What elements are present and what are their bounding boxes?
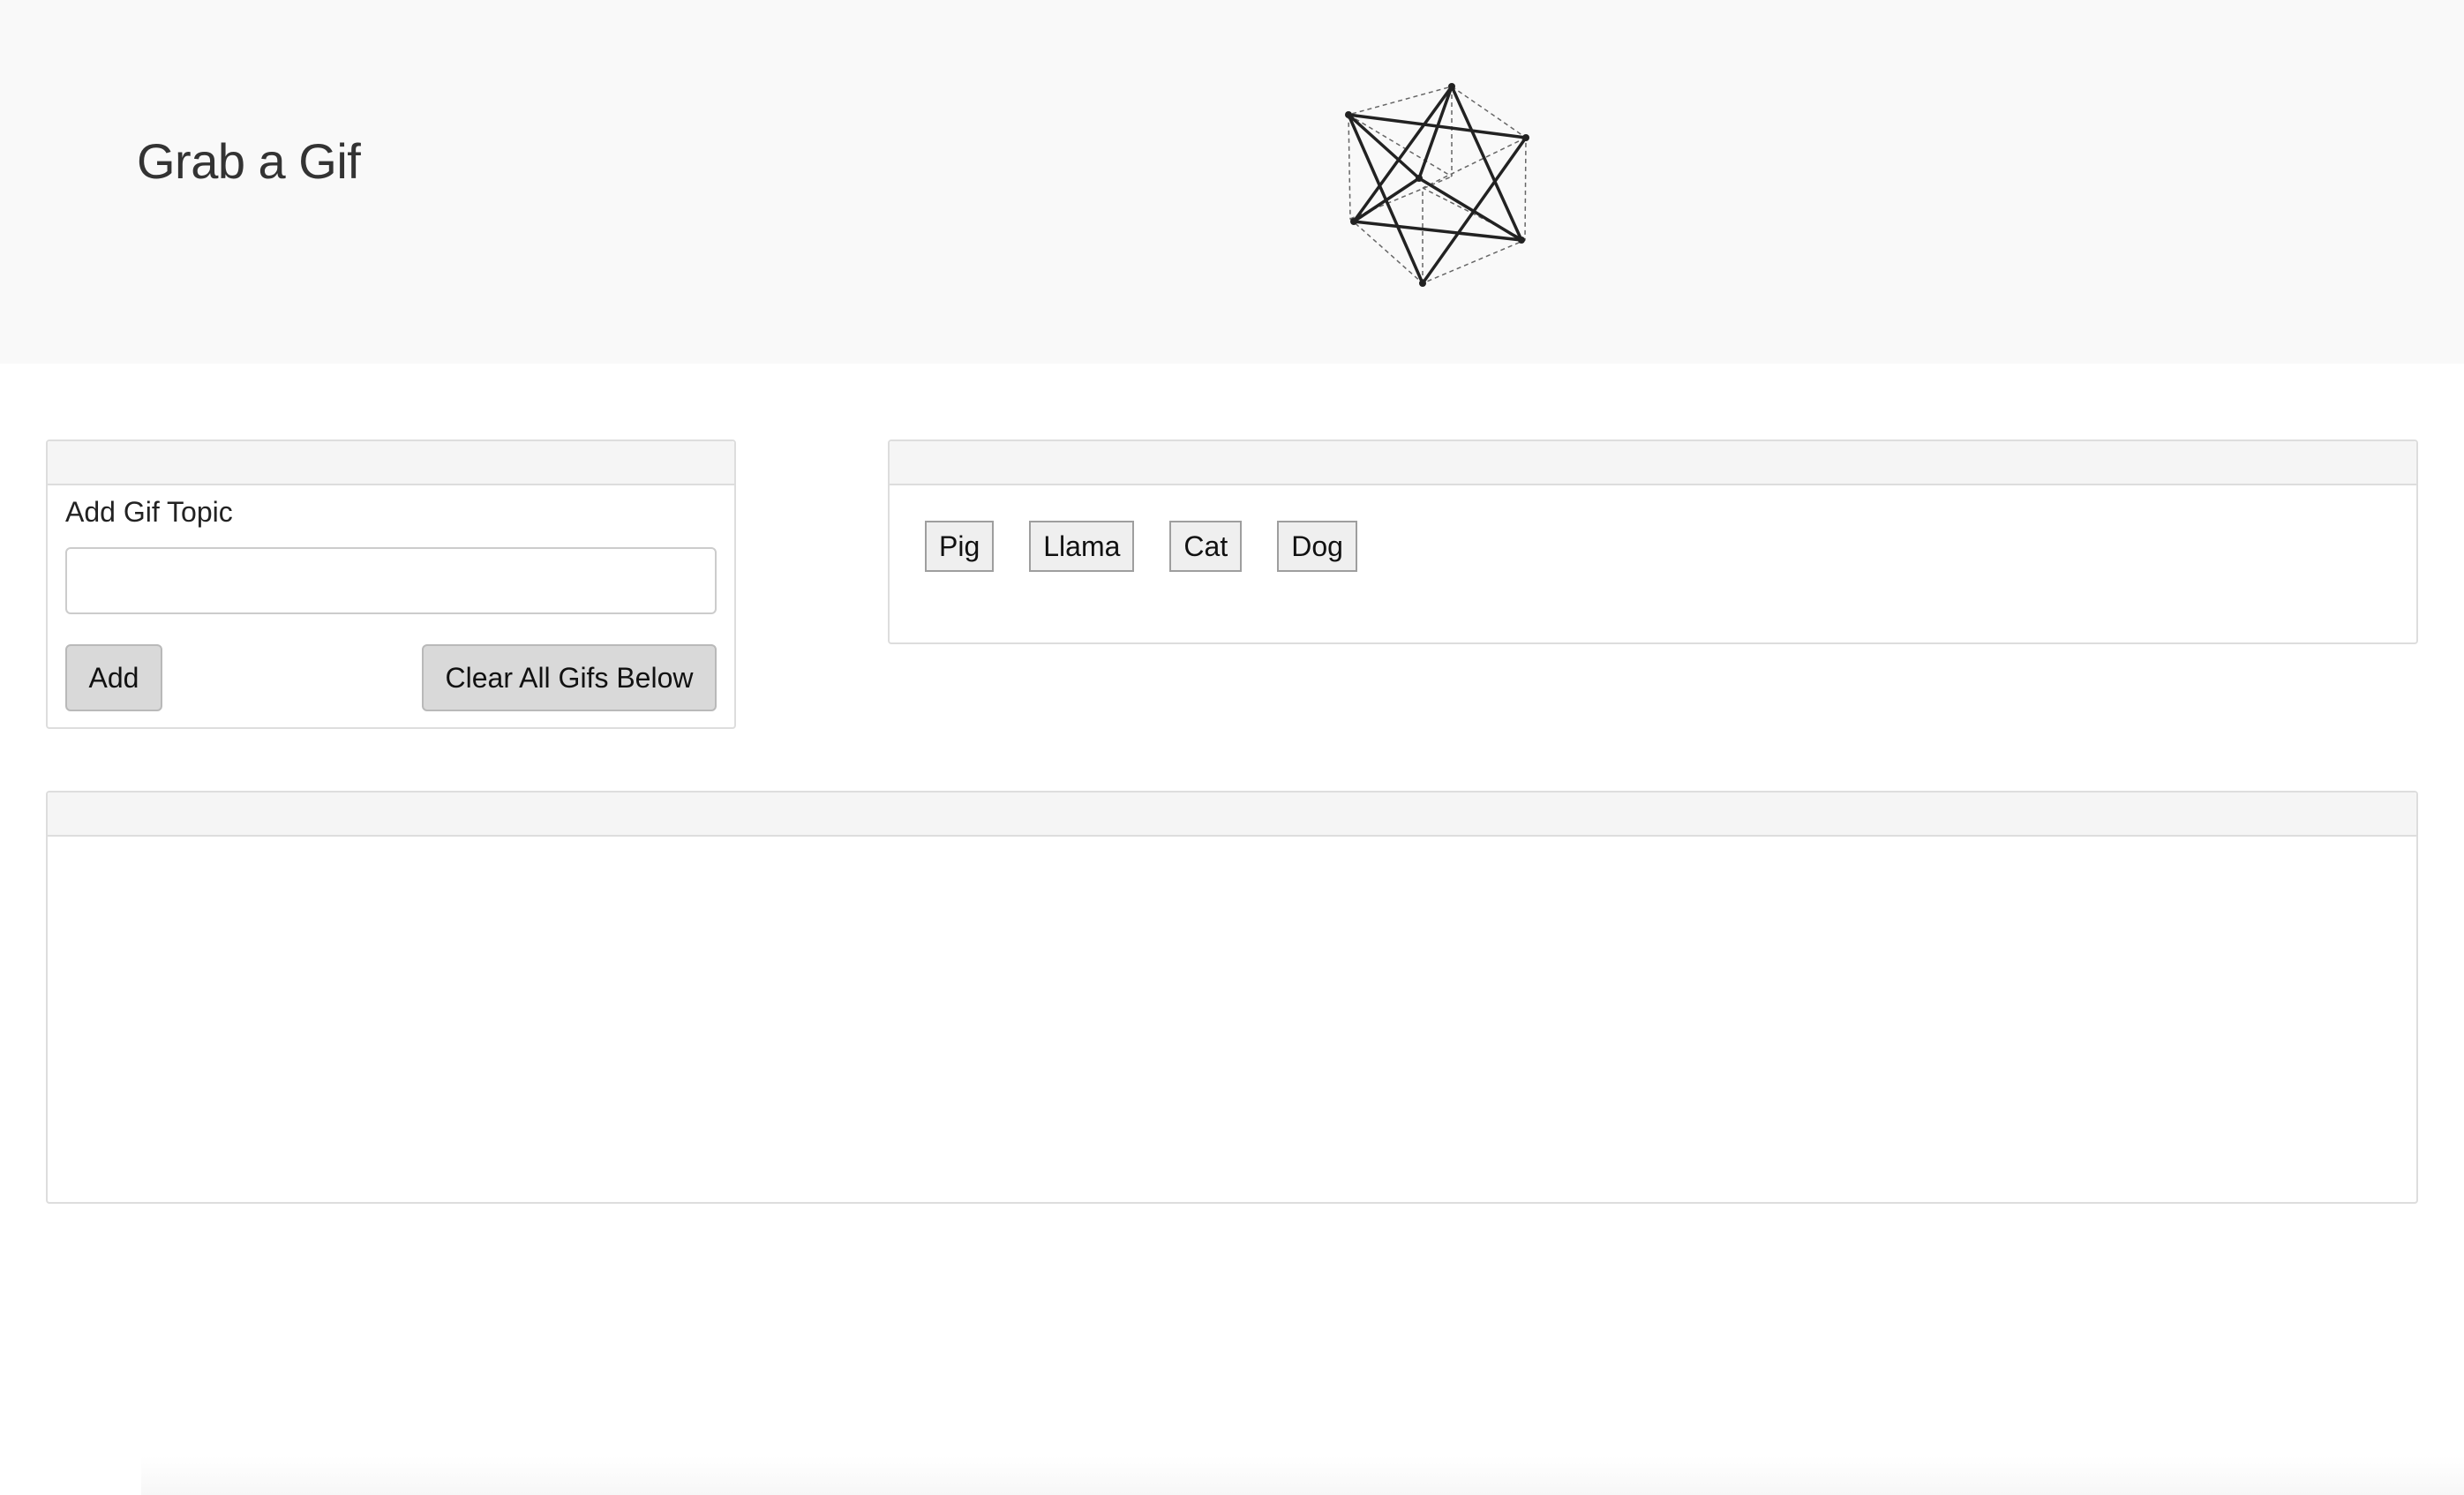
topic-button-llama[interactable]: Llama — [1029, 521, 1135, 572]
clear-gifs-button[interactable]: Clear All Gifs Below — [422, 644, 717, 711]
wireframe-polyhedron-icon — [1345, 83, 1529, 287]
add-button[interactable]: Add — [65, 644, 162, 711]
footer-shadow — [141, 1456, 2464, 1495]
add-topic-panel: Add Gif Topic Add Clear All Gifs Below — [46, 439, 736, 729]
add-topic-panel-heading — [48, 441, 734, 485]
add-topic-label: Add Gif Topic — [65, 496, 233, 528]
topic-button-dog[interactable]: Dog — [1277, 521, 1357, 572]
gifs-panel — [46, 791, 2418, 1204]
gifs-panel-heading — [48, 793, 2416, 837]
topic-button-cat[interactable]: Cat — [1169, 521, 1243, 572]
topics-panel-heading — [890, 441, 2416, 485]
topic-button-pig[interactable]: Pig — [925, 521, 995, 572]
header-jumbotron: Grab a Gif — [0, 0, 2464, 364]
topic-input[interactable] — [65, 547, 717, 614]
page-title: Grab a Gif — [137, 133, 361, 189]
topic-button-list: Pig Llama Cat Dog — [925, 521, 1357, 572]
topics-panel: Pig Llama Cat Dog — [888, 439, 2418, 644]
